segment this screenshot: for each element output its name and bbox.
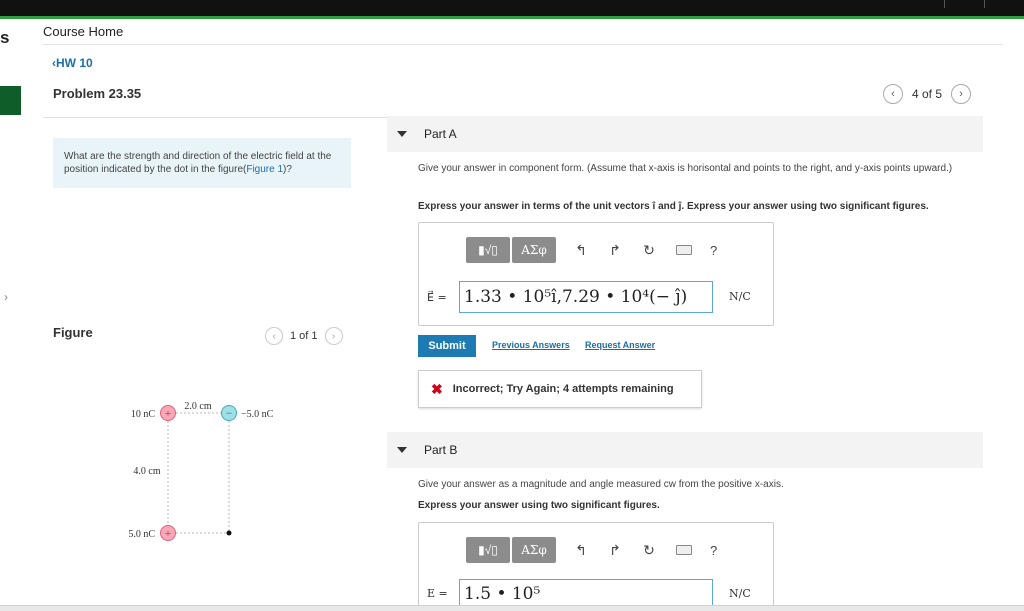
request-answer-link[interactable]: Request Answer xyxy=(585,340,655,350)
top-bar-accent xyxy=(0,16,1024,19)
top-bar-separator xyxy=(944,0,945,8)
feedback-box: ✖ Incorrect; Try Again; 4 attempts remai… xyxy=(418,370,702,408)
reset-icon[interactable]: ↻ xyxy=(640,242,658,259)
top-bar-separator xyxy=(984,0,985,8)
templates-button[interactable]: ▮√▯ xyxy=(466,237,510,263)
greek-symbols-button[interactable]: ΑΣφ xyxy=(512,537,556,563)
distance-label-horizontal: 2.0 cm xyxy=(184,401,211,412)
problem-title: Problem 23.35 xyxy=(53,86,142,101)
bottom-scroll-edge xyxy=(0,605,1024,611)
part-b-title: Part B xyxy=(424,443,458,457)
problem-pager: ‹ 4 of 5 › xyxy=(883,83,972,105)
part-b-header[interactable]: Part B xyxy=(387,432,983,468)
part-a-instructions: Give your answer in component form. (Ass… xyxy=(418,163,953,174)
keyboard-icon[interactable] xyxy=(676,545,692,555)
distance-label-vertical: 4.0 cm xyxy=(133,466,160,477)
part-b-answer-box: ▮√▯ ΑΣφ ↰ ↱ ↻ ? E = 1.5 • 10⁵ N/C xyxy=(418,522,774,611)
question-text-end: )? xyxy=(283,164,292,175)
part-b-instructions-bold: Express your answer using two significan… xyxy=(418,500,660,511)
charge-figure: + − + 10 nC −5.0 nC 5.0 nC 2.0 cm 4.0 cm xyxy=(128,401,274,541)
part-a-header[interactable]: Part A xyxy=(387,116,983,152)
redo-icon[interactable]: ↱ xyxy=(606,242,624,259)
part-b-units: N/C xyxy=(729,587,751,600)
left-strip-letter: s xyxy=(0,28,10,47)
previous-answers-link[interactable]: Previous Answers xyxy=(492,340,570,350)
plus-sign: + xyxy=(165,406,172,420)
top-bar xyxy=(0,0,1024,16)
incorrect-icon: ✖ xyxy=(431,380,443,397)
help-icon[interactable]: ? xyxy=(710,243,717,258)
field-point-dot xyxy=(226,530,232,536)
reset-icon[interactable]: ↻ xyxy=(640,542,658,559)
hw-link-label: HW 10 xyxy=(56,56,93,70)
math-toolbar: ▮√▯ ΑΣφ ↰ ↱ ↻ ? xyxy=(466,236,717,264)
math-toolbar: ▮√▯ ΑΣφ ↰ ↱ ↻ ? xyxy=(466,536,717,564)
charge-label-5nc: 5.0 nC xyxy=(128,529,155,540)
part-b-instructions: Give your answer as a magnitude and angl… xyxy=(418,479,784,490)
part-a-answer-input[interactable]: 1.33 • 10⁵î,7.29 • 10⁴(− ĵ) xyxy=(459,281,713,313)
part-a-title: Part A xyxy=(424,127,457,141)
figure-link[interactable]: Figure 1 xyxy=(246,164,283,175)
collapse-icon xyxy=(397,447,407,453)
greek-symbols-button[interactable]: ΑΣφ xyxy=(512,237,556,263)
next-figure-button[interactable]: › xyxy=(324,327,343,345)
feedback-text: Incorrect; Try Again; 4 attempts remaini… xyxy=(452,383,674,395)
redo-icon[interactable]: ↱ xyxy=(606,542,624,559)
prev-problem-button[interactable]: ‹ xyxy=(883,84,903,104)
submit-button[interactable]: Submit xyxy=(418,335,476,357)
keyboard-icon[interactable] xyxy=(676,245,692,255)
part-a-units: N/C xyxy=(729,290,751,303)
e-magnitude-label: E = xyxy=(427,587,448,600)
templates-button[interactable]: ▮√▯ xyxy=(466,537,510,563)
hw-back-link[interactable]: ‹HW 10 xyxy=(52,56,93,70)
part-a-answer-box: ▮√▯ ΑΣφ ↰ ↱ ↻ ? E⃗ = 1.33 • 10⁵î,7.29 • … xyxy=(418,222,774,326)
undo-icon[interactable]: ↰ xyxy=(572,242,590,259)
expand-sidebar-icon[interactable]: › xyxy=(4,290,8,304)
next-problem-button[interactable]: › xyxy=(951,84,972,104)
divider xyxy=(43,44,1003,45)
course-home-link[interactable]: Course Home xyxy=(43,24,123,39)
minus-sign: − xyxy=(226,406,233,420)
left-strip-highlight xyxy=(0,86,21,115)
undo-icon[interactable]: ↰ xyxy=(572,542,590,559)
figure-pager: ‹ 1 of 1 › xyxy=(265,326,343,346)
charge-label-neg5nc: −5.0 nC xyxy=(241,409,274,420)
charge-label-10nc: 10 nC xyxy=(131,409,156,420)
question-box: What are the strength and direction of t… xyxy=(53,138,351,188)
problem-pager-text: 4 of 5 xyxy=(912,87,943,101)
prev-figure-button[interactable]: ‹ xyxy=(265,327,283,345)
part-a-instructions-bold: Express your answer in terms of the unit… xyxy=(418,201,929,212)
figure-pager-text: 1 of 1 xyxy=(290,330,318,342)
help-icon[interactable]: ? xyxy=(710,543,717,558)
collapse-icon xyxy=(397,131,407,137)
plus-sign: + xyxy=(165,526,172,540)
figure-heading: Figure xyxy=(53,325,93,340)
e-vector-label: E⃗ = xyxy=(427,291,447,304)
